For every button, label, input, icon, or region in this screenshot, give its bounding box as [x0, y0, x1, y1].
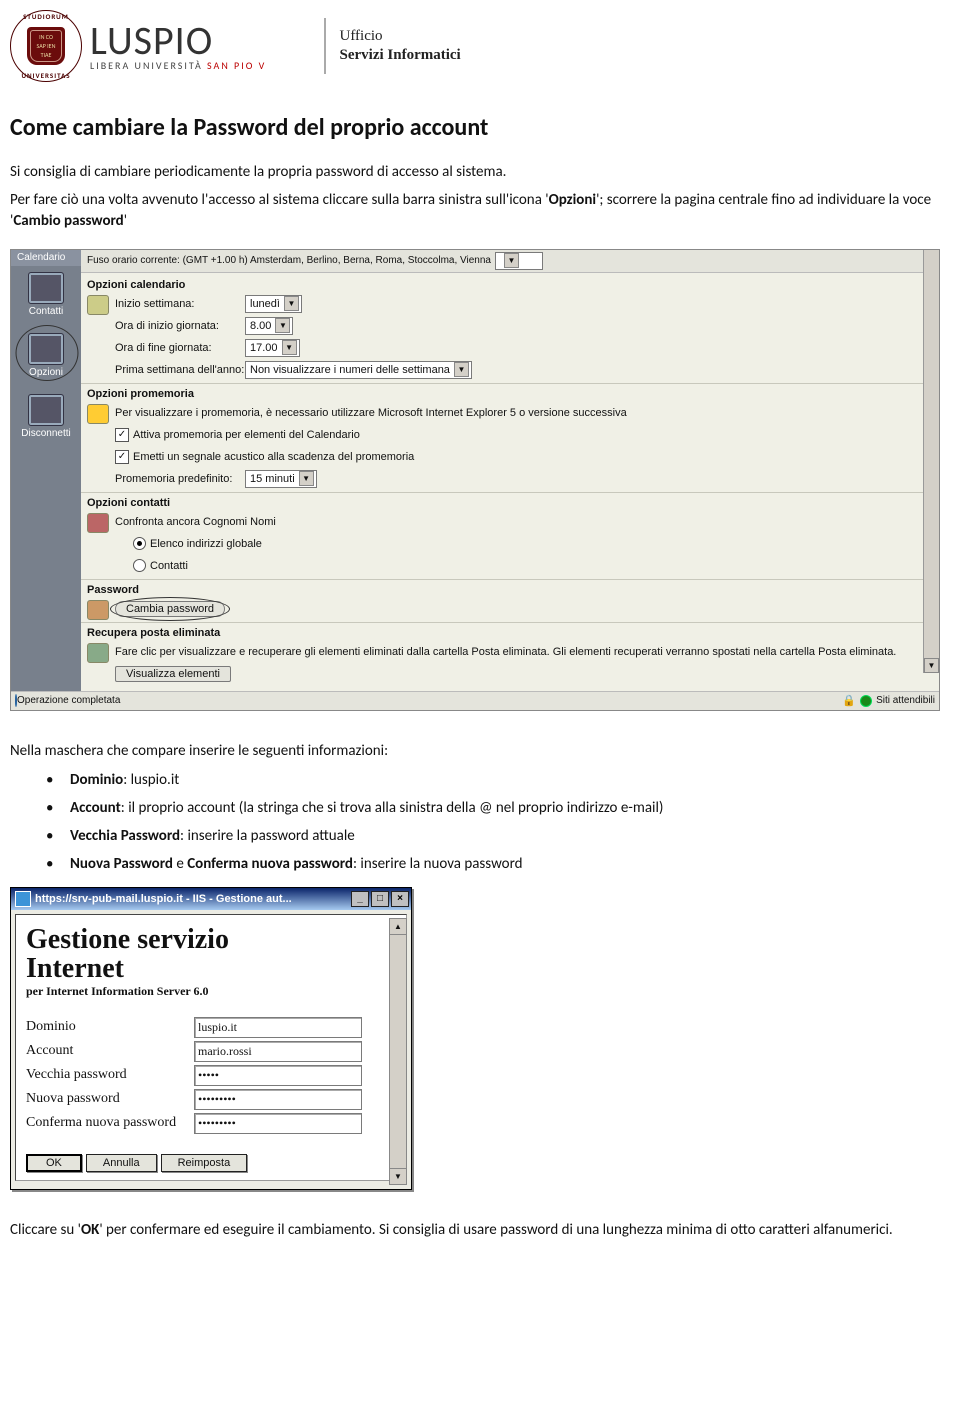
confirm-password-field[interactable]: ••••••••• [194, 1113, 362, 1134]
reminder-checkbox[interactable]: ✓ [115, 428, 129, 442]
reset-button[interactable]: Reimposta [161, 1154, 248, 1172]
iis-heading: Gestione servizioInternet [26, 925, 382, 984]
ie-icon [15, 891, 31, 907]
section-opzioni-promemoria: Opzioni promemoria [81, 383, 939, 402]
list-item: Nuova Password e Conferma nuova password… [46, 855, 940, 873]
week-start-select[interactable]: lunedì▼ [245, 295, 302, 313]
sidebar-item-opzioni[interactable]: Opzioni [11, 327, 81, 388]
sun-icon [87, 404, 109, 424]
owa-screenshot: Calendario Contatti Opzioni Disconnetti … [10, 249, 940, 711]
iis-titlebar: https://srv-pub-mail.luspio.it - IIS - G… [11, 888, 411, 910]
sound-checkbox[interactable]: ✓ [115, 450, 129, 464]
timezone-select[interactable]: ▼ [495, 252, 543, 270]
page-title: Come cambiare la Password del proprio ac… [10, 113, 940, 142]
list-item: Vecchia Password: inserire la password a… [46, 827, 940, 845]
radio-global-list[interactable] [133, 537, 146, 550]
lock-icon: 🔒 [842, 694, 856, 707]
university-seal-icon: STUDIORUM UNIVERSITAS [10, 10, 82, 82]
closing-paragraph: Cliccare su 'OK' per confermare ed esegu… [10, 1220, 940, 1240]
iis-scrollbar[interactable] [389, 918, 407, 1185]
maximize-button[interactable]: □ [371, 891, 389, 907]
calendar-icon [87, 295, 109, 315]
brand-block: LUSPIO LIBERA UNIVERSITÀ SAN PIO V [90, 21, 290, 72]
close-button[interactable]: × [391, 891, 409, 907]
owa-scrollbar[interactable] [923, 250, 939, 673]
sidebar-label-calendario: Calendario [11, 250, 81, 266]
sidebar-item-disconnetti[interactable]: Disconnetti [11, 388, 81, 449]
brand-subtitle: LIBERA UNIVERSITÀ SAN PIO V [90, 59, 290, 72]
view-items-button[interactable]: Visualizza elementi [115, 666, 231, 682]
check-icon [860, 695, 872, 707]
section-opzioni-calendario: Opzioni calendario [81, 275, 939, 293]
section-recupera-posta: Recupera posta eliminata [81, 622, 939, 641]
owa-statusbar: Operazione completata 🔒Siti attendibili [11, 691, 939, 710]
account-field[interactable]: mario.rossi [194, 1041, 362, 1062]
brand-name: LUSPIO [90, 21, 290, 61]
gear-icon [28, 333, 64, 365]
contacts-book-icon [87, 513, 109, 533]
radio-contatti[interactable] [133, 559, 146, 572]
day-end-select[interactable]: 17.00▼ [245, 339, 300, 357]
minimize-button[interactable]: _ [351, 891, 369, 907]
contacts-icon [28, 272, 64, 304]
owa-sidebar: Calendario Contatti Opzioni Disconnetti [11, 250, 81, 691]
fields-list: Dominio: luspio.it Account: il proprio a… [46, 771, 940, 873]
page-header: STUDIORUM UNIVERSITAS LUSPIO LIBERA UNIV… [10, 10, 940, 83]
sidebar-item-contatti[interactable]: Contatti [11, 266, 81, 327]
trash-icon [87, 643, 109, 663]
iis-subheading: per Internet Information Server 6.0 [26, 984, 382, 999]
domain-field[interactable]: luspio.it [194, 1017, 362, 1038]
list-item: Dominio: luspio.it [46, 771, 940, 789]
instructions-paragraph: Per fare ciò una volta avvenuto l'access… [10, 190, 940, 231]
owa-main: Fuso orario corrente: (GMT +1.00 h) Amst… [81, 250, 939, 691]
cancel-button[interactable]: Annulla [86, 1154, 157, 1172]
old-password-field[interactable]: ••••• [194, 1065, 362, 1086]
section-password: Password [81, 579, 939, 598]
day-start-select[interactable]: 8.00▼ [245, 317, 293, 335]
iis-screenshot: https://srv-pub-mail.luspio.it - IIS - G… [10, 887, 412, 1190]
ok-button[interactable]: OK [26, 1154, 82, 1172]
list-item: Account: il proprio account (la stringa … [46, 799, 940, 817]
owa-topbar: Fuso orario corrente: (GMT +1.00 h) Amst… [81, 250, 939, 273]
week-number-select[interactable]: Non visualizzare i numeri delle settiman… [245, 361, 472, 379]
reminder-default-select[interactable]: 15 minuti▼ [245, 470, 317, 488]
divider-icon [324, 18, 326, 74]
mask-intro: Nella maschera che compare inserire le s… [10, 741, 940, 761]
office-block: Ufficio Servizi Informatici [340, 27, 461, 66]
intro-paragraph: Si consiglia di cambiare periodicamente … [10, 162, 940, 182]
new-password-field[interactable]: ••••••••• [194, 1089, 362, 1110]
key-icon [87, 600, 109, 620]
section-opzioni-contatti: Opzioni contatti [81, 492, 939, 511]
logout-icon [28, 394, 64, 426]
change-password-button[interactable]: Cambia password [115, 601, 225, 617]
